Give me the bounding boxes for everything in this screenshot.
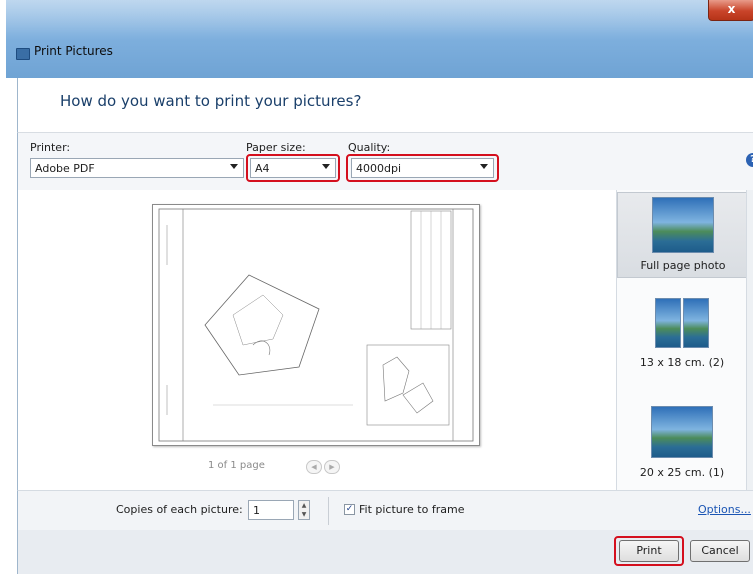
help-icon[interactable]: ? [746, 153, 753, 167]
paper-size-label: Paper size: [246, 141, 306, 154]
copies-stepper[interactable]: ▲ ▼ [298, 500, 310, 520]
divider [328, 497, 329, 525]
13x18-thumbnail-left [655, 298, 681, 348]
13x18-thumbnail-right [683, 298, 709, 348]
layout-list: Full page photo 13 x 18 cm. (2) 20 x 25 … [616, 190, 747, 490]
previous-page-icon[interactable]: ◀ [306, 460, 322, 474]
print-button-highlight [614, 536, 684, 566]
fit-to-frame-checkbox[interactable]: ✓ [344, 504, 355, 515]
layout-full-page-photo[interactable]: Full page photo [617, 192, 747, 278]
layout-caption: 20 x 25 cm. (1) [639, 466, 725, 479]
fit-to-frame-label: Fit picture to frame [359, 503, 465, 516]
printer-app-icon [16, 48, 30, 60]
copies-input[interactable]: 1 [248, 500, 294, 520]
paper-size-highlight [246, 154, 340, 182]
print-preview-page [152, 204, 480, 446]
printer-label: Printer: [30, 141, 71, 154]
layout-20x25-cm[interactable]: 20 x 25 cm. (1) [617, 402, 747, 488]
copies-bar: Copies of each picture: 1 ▲ ▼ ✓ Fit pictu… [17, 490, 753, 531]
title-bar-glass [6, 0, 753, 40]
copies-label: Copies of each picture: [116, 503, 243, 516]
chevron-down-icon [230, 164, 238, 169]
layout-caption: 13 x 18 cm. (2) [639, 356, 725, 369]
title-bar[interactable]: Print Pictures x [6, 0, 753, 78]
close-button[interactable]: x [708, 0, 753, 21]
drawing-preview-image [158, 208, 474, 442]
layout-scrollbar[interactable] [746, 190, 753, 490]
printer-value: Adobe PDF [35, 162, 95, 175]
preview-area: 1 of 1 page ◀ ▶ Full page photo 13 x 18 … [17, 190, 753, 490]
printer-dropdown[interactable]: Adobe PDF [30, 158, 244, 178]
20x25-thumbnail [651, 406, 713, 458]
page-counter: 1 of 1 page [208, 460, 265, 471]
next-page-icon[interactable]: ▶ [324, 460, 340, 474]
cancel-button[interactable]: Cancel [690, 540, 750, 562]
layout-caption: Full page photo [640, 259, 726, 272]
quality-label: Quality: [348, 141, 391, 154]
quality-highlight [346, 154, 499, 182]
options-link[interactable]: Options... [698, 503, 751, 516]
print-question: How do you want to print your pictures? [60, 92, 362, 110]
print-options-bar: Printer: Adobe PDF Paper size: A4 Qualit… [17, 132, 753, 192]
button-bar: Print Cancel [17, 530, 753, 574]
window-title: Print Pictures [34, 44, 113, 58]
layout-13x18-cm[interactable]: 13 x 18 cm. (2) [617, 294, 747, 374]
print-pictures-dialog: Print Pictures x How do you want to prin… [6, 0, 753, 574]
full-page-photo-thumbnail [652, 197, 714, 253]
dialog-header: How do you want to print your pictures? [17, 78, 753, 132]
